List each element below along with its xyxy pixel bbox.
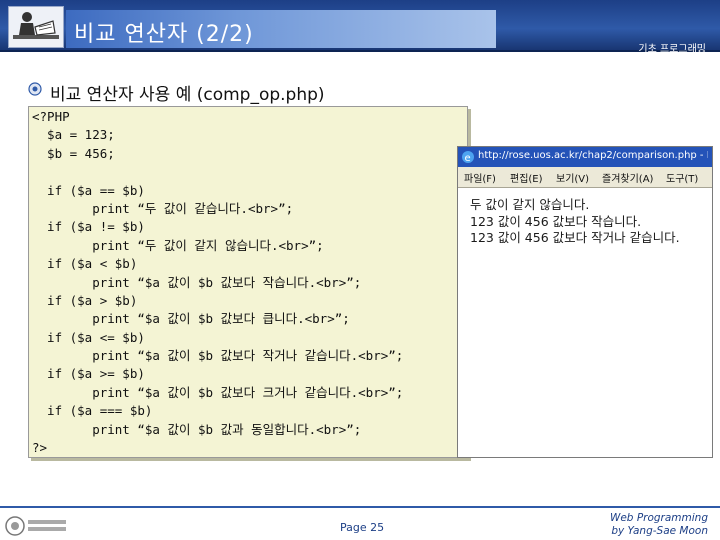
code-line: <?PHP <box>32 109 70 124</box>
reading-person-logo <box>8 6 64 48</box>
menu-view[interactable]: 보기(V) <box>556 170 589 185</box>
browser-window: e http://rose.uos.ac.kr/chap2/comparison… <box>457 146 713 458</box>
output-line: 123 값이 456 값보다 작거나 같습니다. <box>470 230 680 246</box>
code-line: ?> <box>32 440 48 456</box>
page-title: 비교 연산자 (2/2) <box>74 22 254 47</box>
university-logo <box>5 516 66 536</box>
code-line: print “$a 값이 $b 값보다 작습니다.<br>”; <box>32 274 362 290</box>
code-line: if ($a <= $b) <box>32 329 145 345</box>
page-number: Page 25 <box>340 521 385 534</box>
code-line: print “$a 값이 $b 값보다 크거나 같습니다.<br>”; <box>32 384 404 400</box>
internet-explorer-icon: e <box>462 151 474 164</box>
code-line: print “두 값이 같지 않습니다.<br>”; <box>32 237 324 253</box>
course-name: 기초 프로그래밍 <box>638 44 706 55</box>
code-line: print “두 값이 같습니다.<br>”; <box>32 200 294 216</box>
output-line: 123 값이 456 값보다 작습니다. <box>470 213 642 229</box>
code-line: if ($a > $b) <box>32 292 138 308</box>
code-line: if ($a >= $b) <box>32 366 145 382</box>
browser-output: 두 값이 같지 않습니다. 123 값이 456 값보다 작습니다. 123 값… <box>470 197 680 247</box>
code-line: print “$a 값이 $b 값보다 큽니다.<br>”; <box>32 311 350 327</box>
author-credit: Web Programming by Yang-Sae Moon <box>610 512 708 538</box>
bullet-icon <box>28 82 42 96</box>
menu-file[interactable]: 파일(F) <box>464 170 496 185</box>
code-line: print “$a 값이 $b 값보다 작거나 같습니다.<br>”; <box>32 348 404 364</box>
credit-line: by Yang-Sae Moon <box>611 525 708 537</box>
subtitle: 비교 연산자 사용 예 (comp_op.php) <box>50 85 325 105</box>
code-line: if ($a === $b) <box>32 403 153 419</box>
php-code-block: <?PHP $a = 123; $b = 456; if ($a == $b) … <box>32 108 403 457</box>
menu-favorites[interactable]: 즐겨찾기(A) <box>602 170 653 185</box>
code-line: if ($a == $b) <box>32 182 145 198</box>
browser-url[interactable]: http://rose.uos.ac.kr/chap2/comparison.p… <box>478 150 708 161</box>
code-line: $b = 456; <box>32 145 115 161</box>
credit-line: Web Programming <box>609 512 708 524</box>
menu-edit[interactable]: 편집(E) <box>510 170 543 185</box>
footer-divider <box>0 506 720 508</box>
output-line: 두 값이 같지 않습니다. <box>470 197 590 212</box>
svg-text:e: e <box>465 153 471 164</box>
code-line: if ($a < $b) <box>32 256 138 272</box>
person-reading-icon <box>13 12 59 39</box>
code-line: $a = 123; <box>32 127 115 143</box>
menu-tools[interactable]: 도구(T) <box>666 170 698 185</box>
code-line: print “$a 값이 $b 값과 동일합니다.<br>”; <box>32 421 362 437</box>
code-line: if ($a != $b) <box>32 219 145 235</box>
